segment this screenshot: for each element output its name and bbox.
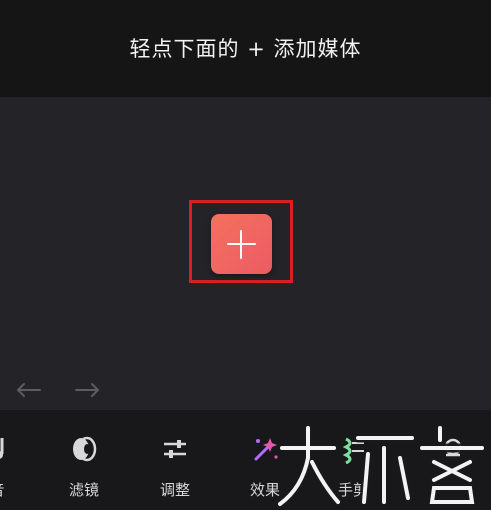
redo-arrow-icon [75,383,99,397]
music-note-icon [0,438,4,459]
top-banner: 轻点下面的 + 添加媒体 [0,0,491,97]
toolbar-label-cut: 手剪 [337,481,368,499]
toolbar-item-adjust[interactable]: 调整 [140,410,210,510]
toolbar-item-effects[interactable]: 效果 [230,410,300,510]
toolbar-label-effects: 效果 [249,481,280,499]
toolbar-label-audio: 音 [0,479,32,500]
sparkle-effects-icon [254,438,278,461]
filter-lens-icon [73,436,97,462]
more-icon [444,438,462,457]
toolbar-label-filter: 滤镜 [68,481,99,499]
add-media-button[interactable] [211,214,272,274]
toolbar-item-cut[interactable]: 手剪 [318,410,388,510]
redo-button[interactable] [72,372,102,398]
toolbar-item-audio[interactable]: 音 [0,410,32,510]
undo-arrow-icon [17,383,41,397]
instruction-title: 轻点下面的 + 添加媒体 [129,36,362,61]
undo-button[interactable] [14,372,44,398]
toolbar-label-adjust: 调整 [159,481,190,499]
bottom-toolbar: 音 滤镜 调整 效果 手剪 [0,410,491,510]
cut-icon [342,437,364,464]
toolbar-item-filter[interactable]: 滤镜 [49,410,119,510]
toolbar-item-more[interactable] [418,410,488,510]
adjust-sliders-icon [164,440,186,458]
